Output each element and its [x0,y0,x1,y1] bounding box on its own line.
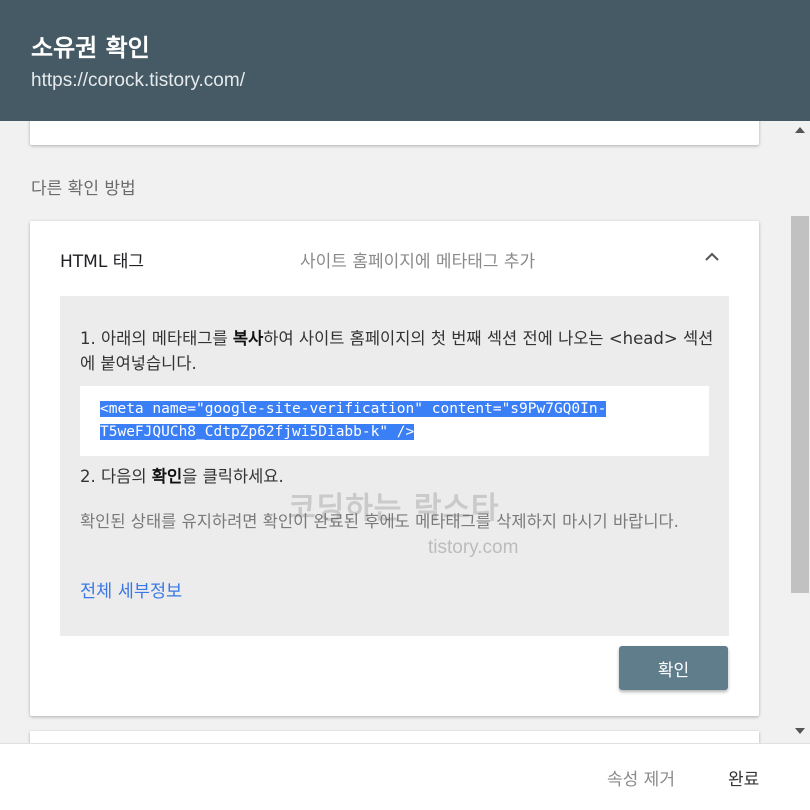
method-subtitle: 사이트 홈페이지에 메타태그 추가 [300,252,536,272]
other-methods-label: 다른 확인 방법 [31,179,136,199]
property-url: https://corock.tistory.com/ [31,70,245,91]
dialog-content[interactable]: 다른 확인 방법 HTML 태그 사이트 홈페이지에 메타태그 추가 1. 아래… [0,121,790,743]
dialog-footer: 속성 제거 완료 [0,743,810,810]
chevron-up-icon[interactable] [702,247,722,267]
full-details-link[interactable]: 전체 세부정보 [80,578,182,603]
done-button[interactable]: 완료 [722,764,765,791]
instructions-panel: 1. 아래의 메타태그를 복사하여 사이트 홈페이지의 첫 번째 섹션 전에 나… [60,296,729,636]
verify-button[interactable]: 확인 [619,646,728,690]
scrollbar-thumb[interactable] [791,216,809,593]
scrollbar[interactable] [790,121,810,743]
scroll-up-arrow-icon[interactable] [795,127,805,133]
step-one-text: 1. 아래의 메타태그를 복사하여 사이트 홈페이지의 첫 번째 섹션 전에 나… [80,329,714,373]
previous-method-card [30,121,759,145]
dialog-header: 소유권 확인 https://corock.tistory.com/ [0,0,810,121]
meta-tag-box[interactable]: <meta name="google-site-verification" co… [80,386,709,456]
next-method-card[interactable] [30,731,759,743]
dialog-title: 소유권 확인 [31,34,150,62]
method-title: HTML 태그 [60,252,144,272]
scroll-down-arrow-icon[interactable] [795,728,805,734]
meta-tag-code[interactable]: <meta name="google-site-verification" co… [100,398,660,444]
step-two-text: 2. 다음의 확인을 클릭하세요. [80,467,284,486]
remove-property-button[interactable]: 속성 제거 [601,764,681,791]
keep-tag-note: 확인된 상태를 유지하려면 확인이 완료된 후에도 메타태그를 삭제하지 마시기… [80,512,679,531]
html-tag-method-card: HTML 태그 사이트 홈페이지에 메타태그 추가 1. 아래의 메타태그를 복… [30,221,759,716]
selected-meta-tag: <meta name="google-site-verification" co… [100,401,607,440]
copy-emphasis: 복사 [232,329,264,348]
confirm-emphasis: 확인 [151,467,183,486]
